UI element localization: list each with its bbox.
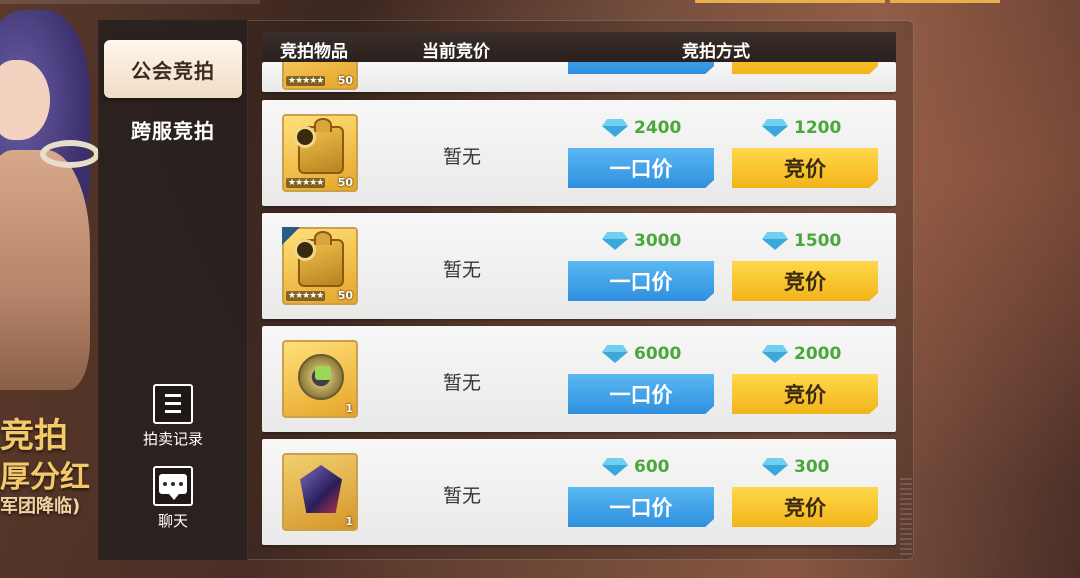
current-bid-value: 暂无	[442, 485, 481, 507]
buyout-button[interactable]: 一口价	[568, 374, 714, 414]
bid-button[interactable]: 竞价	[732, 374, 878, 414]
bid-price-value: 300	[794, 457, 830, 477]
chat-label: 聊天	[157, 512, 188, 530]
buyout-price: 2400	[602, 116, 681, 140]
diamond-icon	[602, 232, 628, 250]
diamond-icon	[762, 458, 788, 476]
buyout-price: 3000	[602, 229, 681, 253]
bid-price: 2000	[762, 342, 841, 366]
promo-line-1: 竞拍	[0, 416, 68, 456]
promo-line-3: 军团降临)	[0, 496, 81, 517]
diamond-icon	[602, 119, 628, 137]
sidebar: 公会竞拍 跨服竞拍 拍卖记录 聊天	[98, 20, 248, 560]
current-bid-value: 暂无	[442, 146, 481, 168]
header-method: 竞拍方式	[682, 42, 750, 62]
buyout-price-value: 6000	[634, 344, 682, 364]
bid-button[interactable]: 竞价	[732, 487, 878, 527]
bid-button[interactable]: 竞价	[732, 261, 878, 301]
bid-price: 1200	[762, 116, 841, 140]
tab-guild-auction[interactable]: 公会竞拍	[104, 40, 242, 98]
bid-price: 300	[762, 455, 830, 479]
bid-button[interactable]: 竞价	[732, 148, 878, 188]
item-quantity: 1	[345, 402, 353, 415]
top-decoration-gold	[695, 0, 885, 3]
header-current-bid: 当前竞价	[422, 42, 490, 62]
puzzle-emblem-icon[interactable]: ★★★★★ 50	[282, 114, 358, 192]
bid-button[interactable]	[732, 62, 878, 74]
table-row: 1 暂无 600 300 一口价 竞价	[262, 439, 896, 545]
diamond-icon	[762, 119, 788, 137]
gem-icon[interactable]: 1	[282, 453, 358, 531]
buyout-price: 600	[602, 455, 670, 479]
auction-records-button[interactable]: 拍卖记录	[128, 384, 218, 449]
character-scarf	[40, 140, 100, 168]
bid-price-value: 1200	[794, 118, 842, 138]
item-stars: ★★★★★	[286, 178, 326, 188]
document-icon	[153, 384, 193, 424]
buyout-button[interactable]: 一口价	[568, 487, 714, 527]
chat-button[interactable]: 聊天	[128, 466, 218, 531]
diamond-icon	[602, 458, 628, 476]
character-body	[0, 150, 90, 390]
buyout-price-value: 2400	[634, 118, 682, 138]
header-item: 竞拍物品	[280, 42, 348, 62]
current-bid-value: 暂无	[442, 259, 481, 281]
buyout-button[interactable]: 一口价	[568, 148, 714, 188]
buyout-button[interactable]	[568, 62, 714, 74]
item-quantity: 50	[337, 176, 353, 189]
item-stars: ★★★★★	[286, 291, 326, 301]
table-row: ★★★★★ 50	[262, 62, 896, 92]
diamond-icon	[762, 232, 788, 250]
bid-price-value: 1500	[794, 231, 842, 251]
table-row: ★★★★★ 50 暂无 3000 1500 一口价 竞价	[262, 213, 896, 319]
puzzle-emblem-icon[interactable]: ★★★★★ 50	[282, 62, 358, 90]
auction-list[interactable]: ★★★★★ 50 ★★★★★ 50 暂无 2400 1200 一口价 竞价 ★★…	[262, 62, 896, 550]
gadget-icon[interactable]: 1	[282, 340, 358, 418]
buyout-button[interactable]: 一口价	[568, 261, 714, 301]
promo-line-2: 厚分红	[0, 460, 90, 495]
diamond-icon	[762, 345, 788, 363]
tab-cross-server-auction[interactable]: 跨服竞拍	[104, 100, 242, 158]
bid-price-value: 2000	[794, 344, 842, 364]
current-bid-value: 暂无	[442, 372, 481, 394]
table-row: 1 暂无 6000 2000 一口价 竞价	[262, 326, 896, 432]
puzzle-emblem-icon[interactable]: ★★★★★ 50	[282, 227, 358, 305]
scrollbar-decoration	[900, 478, 912, 558]
bid-price: 1500	[762, 229, 841, 253]
item-quantity: 1	[345, 515, 353, 528]
top-decoration-gold	[890, 0, 1000, 3]
buyout-price-value: 3000	[634, 231, 682, 251]
table-header: 竞拍物品 当前竞价 竞拍方式	[262, 32, 896, 62]
auction-records-label: 拍卖记录	[142, 430, 203, 448]
table-row: ★★★★★ 50 暂无 2400 1200 一口价 竞价	[262, 100, 896, 206]
buyout-price: 6000	[602, 342, 681, 366]
chat-icon	[153, 466, 193, 506]
diamond-icon	[602, 345, 628, 363]
buyout-price-value: 600	[634, 457, 670, 477]
item-quantity: 50	[337, 289, 353, 302]
